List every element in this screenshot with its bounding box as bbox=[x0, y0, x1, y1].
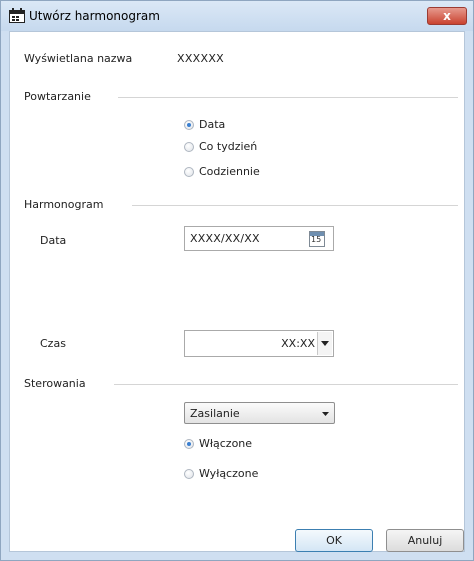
radio-unchecked-icon bbox=[184, 166, 194, 177]
control-off-label: Wyłączone bbox=[199, 467, 259, 480]
schedule-group-label: Harmonogram bbox=[24, 198, 104, 211]
schedule-divider bbox=[132, 205, 458, 206]
calendar-icon[interactable]: 15 bbox=[309, 231, 325, 247]
repeat-date-radio[interactable]: Data bbox=[184, 118, 225, 131]
repeat-date-label: Data bbox=[199, 118, 226, 131]
control-select-value: Zasilanie bbox=[190, 407, 240, 420]
schedule-app-icon bbox=[9, 8, 25, 23]
control-off-radio[interactable]: Wyłączone bbox=[184, 467, 258, 480]
control-select[interactable]: Zasilanie bbox=[184, 402, 335, 424]
time-spin-button[interactable] bbox=[317, 332, 332, 355]
cancel-button[interactable]: Anuluj bbox=[386, 529, 464, 552]
display-name-value: XXXXXX bbox=[177, 52, 225, 65]
dialog-body: Wyświetlana nazwa XXXXXX Powtarzanie Dat… bbox=[9, 31, 465, 552]
repetition-divider bbox=[118, 97, 458, 98]
repeat-daily-radio[interactable]: Codziennie bbox=[184, 165, 260, 178]
repeat-daily-label: Codziennie bbox=[199, 165, 260, 178]
close-button[interactable]: x bbox=[427, 7, 467, 25]
control-on-label: Włączone bbox=[199, 437, 253, 450]
repetition-group-label: Powtarzanie bbox=[24, 90, 91, 103]
dialog-window: Utwórz harmonogram x Wyświetlana nazwa X… bbox=[0, 0, 474, 561]
repeat-weekly-radio[interactable]: Co tydzień bbox=[184, 140, 257, 153]
date-label: Data bbox=[40, 234, 67, 247]
repeat-weekly-label: Co tydzień bbox=[199, 140, 258, 153]
date-value: XXXX/XX/XX bbox=[190, 232, 260, 245]
control-on-radio[interactable]: Włączone bbox=[184, 437, 252, 450]
display-name-label: Wyświetlana nazwa bbox=[24, 52, 133, 65]
close-icon: x bbox=[443, 9, 451, 23]
ok-button[interactable]: OK bbox=[295, 529, 373, 552]
radio-checked-icon bbox=[184, 119, 194, 130]
date-picker[interactable]: XXXX/XX/XX 15 bbox=[184, 226, 334, 251]
title-bar[interactable]: Utwórz harmonogram x bbox=[1, 1, 473, 31]
chevron-down-icon bbox=[321, 341, 329, 346]
cancel-button-label: Anuluj bbox=[407, 534, 443, 547]
ok-button-label: OK bbox=[326, 534, 342, 547]
window-title: Utwórz harmonogram bbox=[29, 9, 160, 23]
radio-unchecked-icon bbox=[184, 141, 194, 152]
control-divider bbox=[114, 384, 458, 385]
chevron-down-icon bbox=[322, 412, 329, 416]
time-picker[interactable]: XX:XX bbox=[184, 330, 334, 357]
control-group-label: Sterowania bbox=[24, 377, 86, 390]
time-label: Czas bbox=[40, 337, 66, 350]
radio-checked-icon bbox=[184, 438, 194, 449]
calendar-icon-day: 15 bbox=[311, 235, 322, 244]
radio-unchecked-icon bbox=[184, 468, 194, 479]
time-value: XX:XX bbox=[281, 337, 315, 350]
